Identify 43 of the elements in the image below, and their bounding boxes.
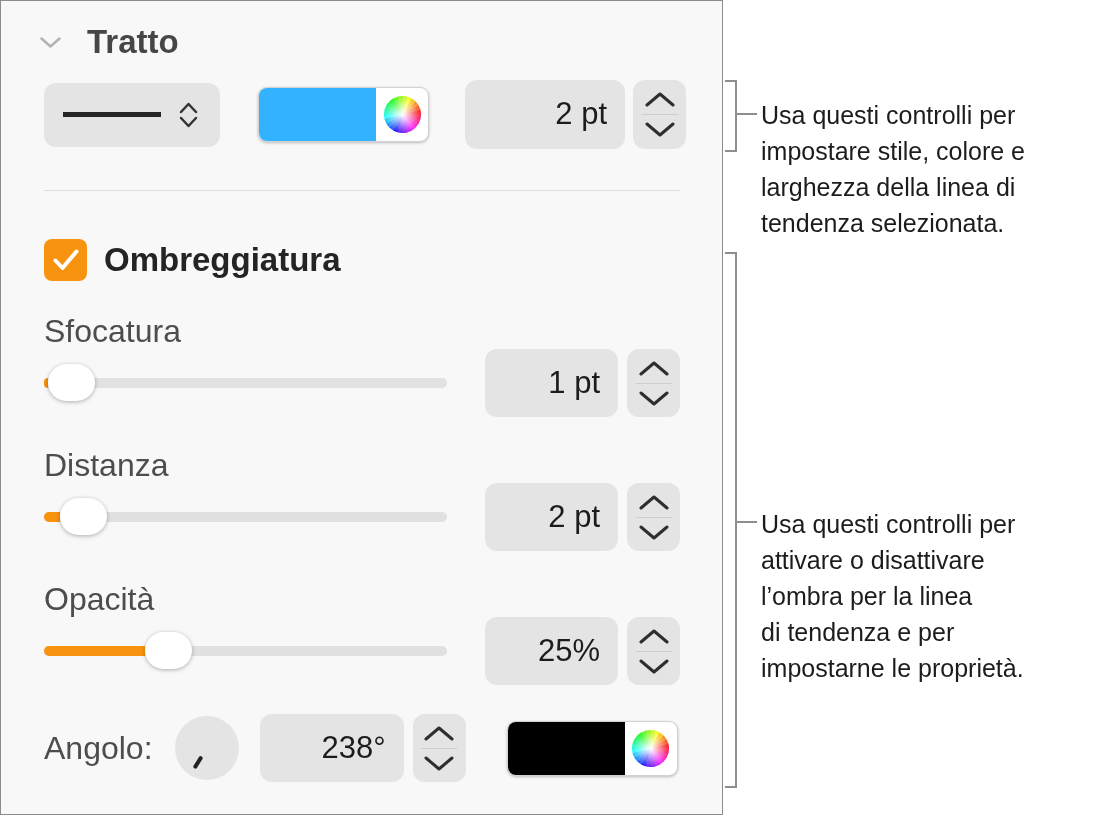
checkbox[interactable] — [44, 239, 87, 281]
up-down-chevron-icon — [179, 100, 198, 129]
callout-bracket — [723, 80, 759, 152]
callout-text: Usa questi controlli per impostare stile, colore e larghezza della linea di tendenza selezionata. — [761, 100, 1025, 239]
number-field[interactable]: 1 pt — [485, 349, 618, 417]
stepper[interactable] — [627, 349, 680, 417]
chevron-down-icon — [638, 658, 669, 674]
chevron-down-icon[interactable] — [40, 36, 61, 48]
stepper[interactable] — [627, 483, 680, 551]
number-field[interactable]: 2 pt — [485, 483, 618, 551]
chevron-up-icon — [638, 628, 669, 644]
slider-thumb[interactable] — [48, 364, 95, 401]
stepper[interactable] — [412, 714, 466, 782]
color-well[interactable] — [506, 720, 678, 776]
stepper[interactable] — [627, 617, 680, 685]
number-field[interactable]: 238° — [259, 714, 404, 782]
line-sample-icon — [63, 112, 161, 117]
slider-label: Distanza — [44, 447, 169, 483]
slider-thumb[interactable] — [60, 498, 108, 535]
checkmark-icon — [52, 249, 79, 271]
number-field[interactable]: 2 pt — [465, 80, 625, 149]
slider-label: Sfocatura — [44, 313, 181, 349]
angle-dial[interactable] — [174, 716, 239, 780]
color-wheel-icon — [632, 729, 670, 767]
chevron-up-icon — [424, 725, 455, 741]
chevron-up-icon — [638, 360, 669, 376]
chevron-down-icon — [644, 122, 675, 137]
slider-thumb[interactable] — [144, 632, 192, 669]
line-style-popup[interactable] — [44, 82, 220, 147]
chevron-up-icon — [638, 494, 669, 510]
field-label: Angolo: — [44, 730, 153, 766]
section-title: Ombreggiatura — [104, 240, 341, 280]
callout-text: Usa questi controlli per attivare o disattivare l’ombra per la linea di tendenza e per impostarne le proprietà. — [761, 509, 1024, 684]
slider-label: Opacità — [44, 581, 155, 617]
chevron-up-icon — [644, 92, 675, 107]
chevron-down-icon — [424, 755, 455, 771]
color-well[interactable] — [258, 87, 429, 142]
section-title: Tratto — [87, 22, 179, 62]
chevron-down-icon — [638, 390, 669, 406]
color-wheel-icon — [383, 96, 421, 133]
number-field[interactable]: 25% — [485, 617, 618, 685]
stepper[interactable] — [633, 80, 686, 149]
chevron-down-icon — [638, 524, 669, 540]
